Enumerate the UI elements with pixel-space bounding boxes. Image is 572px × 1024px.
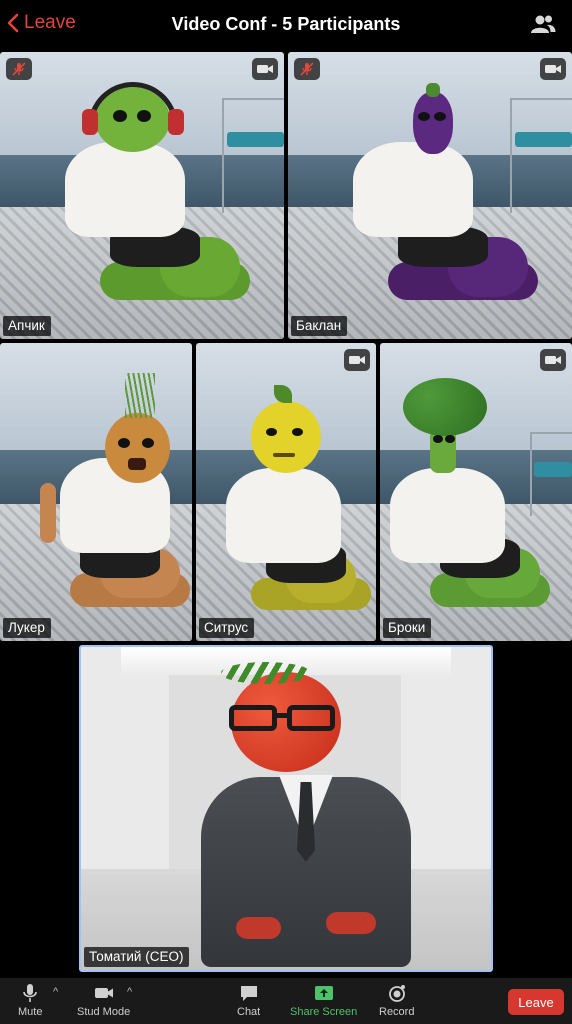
video-tile[interactable]: Апчик	[0, 52, 284, 339]
chat-label: Chat	[237, 1006, 261, 1018]
participant-name: Баклан	[291, 316, 348, 336]
video-options-caret[interactable]: ^	[127, 986, 132, 998]
mute-button[interactable]: Mute	[18, 982, 42, 1018]
meeting-title: Video Conf - 5 Participants	[171, 14, 401, 34]
mute-label: Mute	[18, 1006, 43, 1018]
video-tile[interactable]: Лукер	[0, 343, 192, 641]
video-camera-icon	[540, 349, 566, 371]
avatar	[338, 77, 538, 327]
participant-name: Броки	[383, 618, 432, 638]
avatar	[191, 657, 421, 970]
video-tile[interactable]: Баклан	[288, 52, 572, 339]
chat-icon	[240, 986, 257, 1001]
leave-button[interactable]: Leave	[508, 989, 564, 1015]
chat-button[interactable]: Chat	[237, 982, 260, 1018]
video-camera-icon	[540, 58, 566, 80]
mic-muted-icon	[6, 58, 32, 80]
participants-icon[interactable]	[530, 13, 556, 35]
avatar	[385, 373, 565, 633]
top-bar: Leave Video Conf - 5 Participants	[0, 0, 572, 50]
video-tile[interactable]: Броки	[380, 343, 572, 641]
avatar	[206, 383, 376, 633]
video-button[interactable]: Stud Mode	[77, 982, 130, 1018]
mic-muted-icon	[294, 58, 320, 80]
record-button[interactable]: Record	[379, 982, 414, 1018]
participant-name: Томатий (CEO)	[84, 947, 190, 967]
avatar	[50, 77, 250, 327]
video-label: Stud Mode	[77, 1006, 131, 1018]
participant-name: Ситрус	[199, 618, 255, 638]
video-tile[interactable]: Ситрус	[196, 343, 376, 641]
participant-name: Апчик	[3, 316, 51, 336]
video-camera-icon	[344, 349, 370, 371]
active-speaker-tile[interactable]: Томатий (CEO)	[79, 645, 493, 972]
record-label: Record	[379, 1006, 415, 1018]
mute-options-caret[interactable]: ^	[53, 986, 58, 998]
avatar	[30, 363, 190, 633]
record-icon	[388, 985, 405, 1002]
share-screen-icon	[314, 986, 333, 1000]
share-screen-button[interactable]: Share Screen	[290, 982, 357, 1018]
share-screen-label: Share Screen	[290, 1006, 358, 1018]
microphone-icon	[23, 984, 38, 1002]
video-camera-icon	[94, 988, 113, 998]
participant-name: Лукер	[3, 618, 51, 638]
video-camera-icon	[252, 58, 278, 80]
meeting-toolbar: Mute ^ Stud Mode ^ Chat Share Screen Rec…	[0, 978, 572, 1024]
